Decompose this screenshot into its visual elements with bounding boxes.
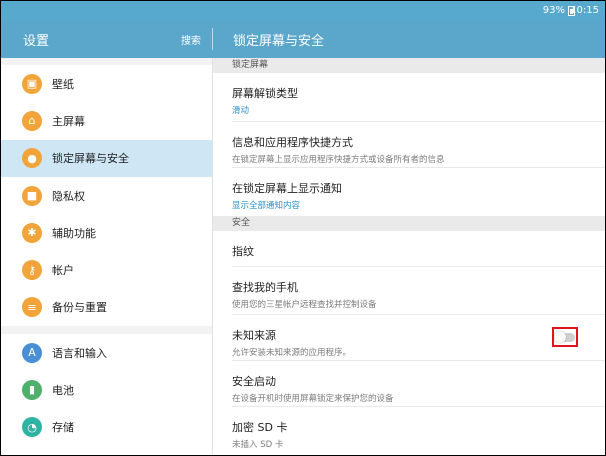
sidebar-item-label: 主屏幕	[52, 114, 85, 128]
battery-percent: 93%	[542, 5, 565, 16]
sidebar-item-battery[interactable]: ▮ 电池	[1, 371, 212, 408]
language-icon: A	[22, 342, 42, 363]
sidebar-item-label: 电池	[52, 383, 74, 397]
setting-title: 未知来源	[232, 329, 276, 342]
lock-icon: ●	[22, 148, 42, 169]
setting-lockscreen-notifications[interactable]: 在锁定屏幕上显示通知 显示全部通知内容	[232, 168, 605, 216]
setting-find-my-mobile[interactable]: 查找我的手机 使用您的三星帐户远程查找并控制设备	[232, 267, 605, 315]
setting-value: 显示全部通知内容	[232, 201, 301, 211]
setting-value: 滑动	[232, 106, 250, 116]
setting-title: 指纹	[232, 245, 254, 258]
toggle-knob	[554, 330, 566, 343]
settings-content: 锁定屏幕 屏幕解锁类型 滑动 信息和应用程序快捷方式 在锁定屏幕上显示应用程序快…	[213, 58, 605, 455]
page-title: 设置	[23, 34, 50, 49]
backup-icon: ≡	[22, 297, 42, 318]
accessibility-icon: ✱	[22, 222, 42, 243]
setting-info-shortcuts[interactable]: 信息和应用程序快捷方式 在锁定屏幕上显示应用程序快捷方式或设备所有者的信息	[232, 122, 605, 168]
setting-title: 查找我的手机	[232, 281, 298, 294]
storage-icon: ◔	[22, 417, 42, 438]
sidebar-group: ▣ 壁纸 ⌂ 主屏幕 ● 锁定屏幕与安全 ■ 隐私权 ✱ 辅助功能 ⚷ 帐户 ≡…	[1, 65, 212, 326]
sidebar-item-label: 备份与重置	[52, 301, 107, 315]
setting-description: 使用您的三星帐户远程查找并控制设备	[232, 300, 377, 310]
setting-fingerprint[interactable]: 指纹	[232, 231, 605, 267]
sidebar-item-label: 帐户	[52, 264, 74, 278]
setting-description: 允许安装未知来源的应用程序。	[232, 348, 352, 358]
sidebar-item-label: 壁纸	[52, 77, 74, 91]
highlight-box	[552, 327, 578, 347]
setting-unknown-sources[interactable]: 未知来源 允许安装未知来源的应用程序。	[232, 315, 605, 361]
image-icon: ▣	[22, 73, 42, 94]
sidebar-group: A 语言和输入 ▮ 电池 ◔ 存储	[1, 334, 212, 455]
sidebar-item-accessibility[interactable]: ✱ 辅助功能	[1, 214, 212, 251]
home-icon: ⌂	[22, 110, 42, 131]
setting-description: 在设备开机时使用屏幕锁定来保护您的设备	[232, 394, 394, 404]
sidebar-item-label: 辅助功能	[52, 226, 96, 240]
appbar-divider	[212, 28, 213, 50]
setting-secure-startup[interactable]: 安全启动 在设备开机时使用屏幕锁定来保护您的设备	[232, 361, 605, 407]
setting-description: 在锁定屏幕上显示应用程序快捷方式或设备所有者的信息	[232, 155, 445, 165]
sidebar-item-storage[interactable]: ◔ 存储	[1, 409, 212, 446]
section-header-lockscreen: 锁定屏幕	[213, 58, 605, 73]
setting-title: 安全启动	[232, 375, 276, 388]
unknown-sources-toggle[interactable]	[554, 330, 575, 343]
key-icon: ⚷	[22, 260, 42, 281]
setting-title: 信息和应用程序快捷方式	[232, 136, 353, 149]
sidebar-item-label: 隐私权	[52, 189, 85, 203]
section-title: 锁定屏幕与安全	[233, 34, 325, 49]
setting-title: 加密 SD 卡	[232, 421, 288, 434]
app-bar: 设置 搜索 锁定屏幕与安全	[1, 20, 605, 58]
sidebar-item-language-input[interactable]: A 语言和输入	[1, 334, 212, 371]
sidebar: ▣ 壁纸 ⌂ 主屏幕 ● 锁定屏幕与安全 ■ 隐私权 ✱ 辅助功能 ⚷ 帐户 ≡…	[1, 58, 212, 455]
sidebar-item-label: 锁定屏幕与安全	[52, 152, 129, 166]
sidebar-item-privacy[interactable]: ■ 隐私权	[1, 177, 212, 214]
search-button[interactable]: 搜索	[181, 32, 201, 47]
battery-icon: ▮	[22, 379, 42, 400]
setting-screen-lock-type[interactable]: 屏幕解锁类型 滑动	[232, 73, 605, 122]
sidebar-item-wallpaper[interactable]: ▣ 壁纸	[1, 65, 212, 102]
clock: 10:15	[570, 5, 599, 16]
setting-description: 未插入 SD 卡	[232, 440, 284, 450]
sidebar-item-lockscreen-security[interactable]: ● 锁定屏幕与安全	[1, 139, 212, 177]
privacy-icon: ■	[22, 185, 42, 206]
status-bar: 93% 10:15	[1, 1, 605, 20]
section-header-security: 安全	[213, 216, 605, 231]
setting-title: 在锁定屏幕上显示通知	[232, 182, 342, 195]
settings-window: 93% 10:15 设置 搜索 锁定屏幕与安全 ▣ 壁纸 ⌂ 主屏幕 ● 锁定屏…	[1, 1, 605, 455]
sidebar-item-accounts[interactable]: ⚷ 帐户	[1, 251, 212, 288]
sidebar-item-home-screen[interactable]: ⌂ 主屏幕	[1, 102, 212, 139]
sidebar-item-label: 存储	[52, 421, 74, 435]
setting-encrypt-sd-card[interactable]: 加密 SD 卡 未插入 SD 卡	[232, 407, 605, 453]
setting-title: 屏幕解锁类型	[232, 87, 298, 100]
sidebar-item-backup-reset[interactable]: ≡ 备份与重置	[1, 289, 212, 326]
sidebar-item-label: 语言和输入	[52, 346, 107, 360]
